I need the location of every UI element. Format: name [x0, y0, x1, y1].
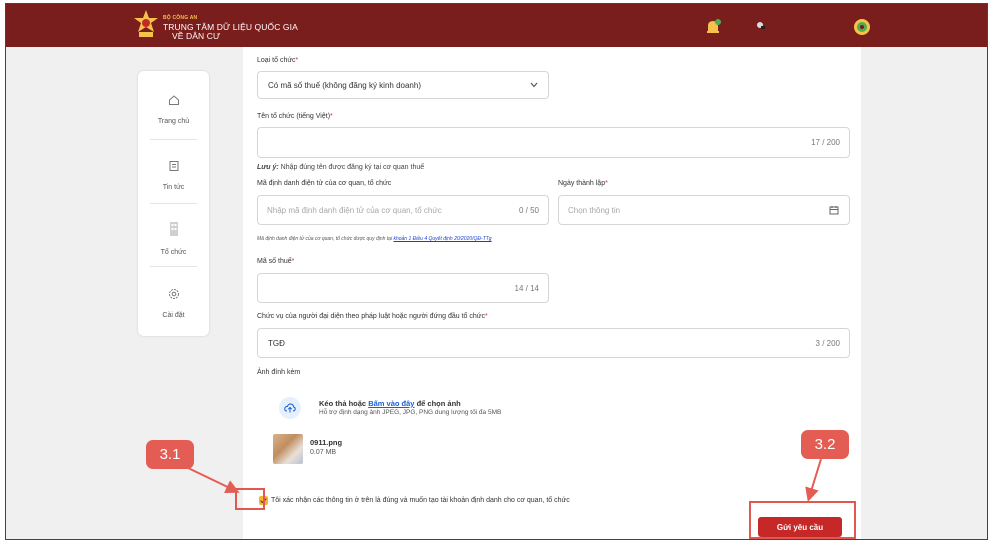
- arrow-to-checkbox: [185, 466, 240, 493]
- app-window: BỘ CÔNG AN TRUNG TÂM DỮ LIỆU QUỐC GIA VỀ…: [5, 3, 988, 540]
- annotation-arrows: [185, 458, 822, 502]
- arrow-to-submit: [805, 458, 822, 502]
